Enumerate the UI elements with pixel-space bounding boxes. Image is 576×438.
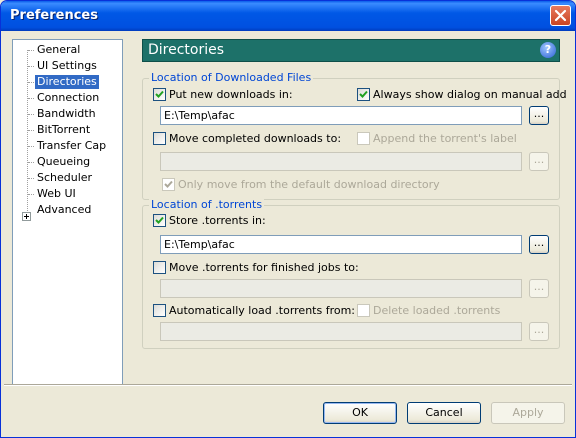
tree-branch xyxy=(28,194,34,195)
nav-item-scheduler[interactable]: Scheduler xyxy=(35,171,94,185)
completed-dir-input[interactable] xyxy=(160,152,522,171)
auto-load-dir-input[interactable] xyxy=(160,322,522,341)
put-new-downloads-label: Put new downloads in: xyxy=(169,88,293,101)
download-dir-input[interactable]: E:\Temp\afac xyxy=(160,106,522,125)
close-icon xyxy=(554,9,567,22)
store-torrents-label: Store .torrents in: xyxy=(169,214,266,227)
nav-item-queueing[interactable]: Queueing xyxy=(35,155,92,169)
put-new-downloads-checkbox[interactable] xyxy=(153,88,166,101)
tree-branch xyxy=(28,66,34,67)
only-move-default-label: Only move from the default download dire… xyxy=(178,178,440,191)
apply-button[interactable]: Apply xyxy=(491,402,565,424)
nav-item-directories[interactable]: Directories xyxy=(35,75,99,89)
always-show-dialog-checkbox[interactable] xyxy=(357,88,370,101)
nav-item-advanced[interactable]: Advanced xyxy=(35,203,93,217)
downloaded-files-legend: Location of Downloaded Files xyxy=(149,71,314,84)
browse-torrents-dir-button[interactable]: ... xyxy=(529,235,549,254)
cancel-button[interactable]: Cancel xyxy=(407,402,481,424)
tree-branch xyxy=(28,50,34,51)
store-torrents-checkbox[interactable] xyxy=(153,214,166,227)
torrents-location-legend: Location of .torrents xyxy=(149,198,265,211)
expand-plus-icon[interactable] xyxy=(22,212,31,221)
nav-item-web-ui[interactable]: Web UI xyxy=(35,187,78,201)
always-show-dialog-label: Always show dialog on manual add xyxy=(373,88,567,101)
window-title: Preferences xyxy=(10,8,98,23)
auto-load-torrents-label: Automatically load .torrents from: xyxy=(169,304,356,317)
tree-branch xyxy=(28,146,34,147)
move-finished-torrents-checkbox[interactable] xyxy=(153,261,166,274)
checkmark-icon xyxy=(164,180,173,188)
nav-item-connection[interactable]: Connection xyxy=(35,91,101,105)
browse-completed-dir-button[interactable]: ... xyxy=(529,152,549,171)
move-completed-label: Move completed downloads to: xyxy=(169,132,342,145)
nav-item-bittorrent[interactable]: BitTorrent xyxy=(35,123,92,137)
nav-item-transfer-cap[interactable]: Transfer Cap xyxy=(35,139,108,153)
title-bar[interactable]: Preferences xyxy=(1,1,575,31)
append-label-checkbox[interactable] xyxy=(357,132,370,145)
nav-item-general[interactable]: General xyxy=(35,43,82,57)
checkmark-icon xyxy=(155,90,164,98)
tree-guide-line xyxy=(27,50,28,215)
browse-finished-torrents-button[interactable]: ... xyxy=(529,279,549,298)
only-move-default-checkbox[interactable] xyxy=(162,178,175,191)
tree-branch xyxy=(28,162,34,163)
close-button[interactable] xyxy=(550,5,571,26)
append-label-label: Append the torrent's label xyxy=(373,132,517,145)
section-title: Directories xyxy=(148,42,225,58)
browse-auto-load-dir-button[interactable]: ... xyxy=(529,322,549,341)
checkmark-icon xyxy=(155,216,164,224)
dialog-client: General UI Settings Directories Connecti… xyxy=(4,31,572,434)
tree-branch xyxy=(28,82,34,83)
finished-torrents-dir-input[interactable] xyxy=(160,279,522,298)
help-icon[interactable]: ? xyxy=(540,42,556,58)
tree-branch xyxy=(28,114,34,115)
move-finished-torrents-label: Move .torrents for finished jobs to: xyxy=(169,261,359,274)
tree-branch xyxy=(28,98,34,99)
nav-item-bandwidth[interactable]: Bandwidth xyxy=(35,107,98,121)
tree-branch xyxy=(28,130,34,131)
move-completed-checkbox[interactable] xyxy=(153,132,166,145)
ok-button[interactable]: OK xyxy=(323,402,397,424)
tree-branch xyxy=(28,178,34,179)
torrents-dir-input[interactable]: E:\Temp\afac xyxy=(160,235,522,254)
preferences-window: Preferences General UI Settings Director… xyxy=(0,0,576,438)
nav-item-ui-settings[interactable]: UI Settings xyxy=(35,59,99,73)
section-header: Directories ? xyxy=(142,39,560,62)
button-bar xyxy=(4,385,572,434)
checkmark-icon xyxy=(359,90,368,98)
auto-load-torrents-checkbox[interactable] xyxy=(153,304,166,317)
delete-loaded-torrents-label: Delete loaded .torrents xyxy=(373,304,501,317)
browse-download-dir-button[interactable]: ... xyxy=(529,106,549,125)
delete-loaded-torrents-checkbox[interactable] xyxy=(357,304,370,317)
category-tree[interactable]: General UI Settings Directories Connecti… xyxy=(12,39,123,385)
